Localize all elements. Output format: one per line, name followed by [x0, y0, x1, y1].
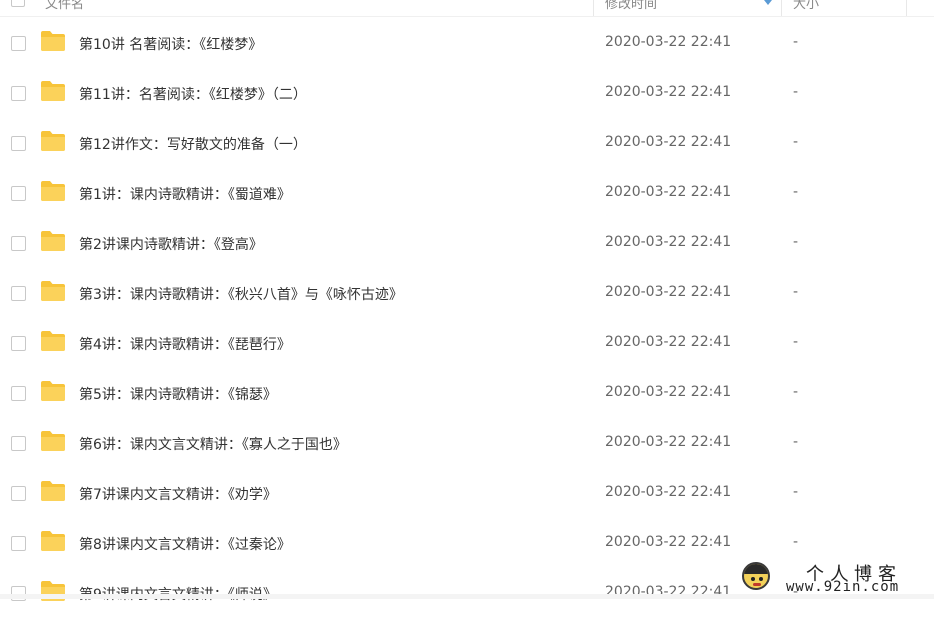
file-row[interactable]: 第11讲：名著阅读：《红楼梦》（二） 2020-03-22 22:41 -: [0, 68, 934, 118]
file-modified-time: 2020-03-22 22:41: [605, 534, 732, 550]
file-name[interactable]: 第6讲：课内文言文精讲：《寡人之于国也》: [79, 434, 347, 454]
file-size: -: [793, 134, 799, 150]
row-checkbox[interactable]: [11, 136, 26, 151]
folder-icon: [41, 531, 65, 551]
row-checkbox[interactable]: [11, 336, 26, 351]
row-checkbox[interactable]: [11, 36, 26, 51]
column-header-name[interactable]: 文件名: [45, 0, 84, 12]
folder-icon: [41, 181, 65, 201]
file-row[interactable]: 第4讲：课内诗歌精讲：《琵琶行》 2020-03-22 22:41 -: [0, 318, 934, 368]
file-name[interactable]: 第4讲：课内诗歌精讲：《琵琶行》: [79, 334, 291, 354]
folder-icon: [41, 231, 65, 251]
folder-icon: [41, 431, 65, 451]
folder-icon: [41, 481, 65, 501]
file-modified-time: 2020-03-22 22:41: [605, 334, 732, 350]
file-size: -: [793, 84, 799, 100]
column-divider[interactable]: [781, 0, 782, 16]
file-row[interactable]: 第6讲：课内文言文精讲：《寡人之于国也》 2020-03-22 22:41 -: [0, 418, 934, 468]
file-size: -: [793, 34, 799, 50]
file-name[interactable]: 第10讲 名著阅读：《红楼梦》: [79, 34, 262, 54]
file-row[interactable]: 第1讲：课内诗歌精讲：《蜀道难》 2020-03-22 22:41 -: [0, 168, 934, 218]
file-row[interactable]: 第3讲：课内诗歌精讲：《秋兴八首》与《咏怀古迹》 2020-03-22 22:41…: [0, 268, 934, 318]
row-checkbox[interactable]: [11, 236, 26, 251]
file-size: -: [793, 384, 799, 400]
file-modified-time: 2020-03-22 22:41: [605, 184, 732, 200]
watermark: 个人博客 www.92in.com: [742, 560, 934, 596]
sort-desc-icon[interactable]: [764, 0, 772, 5]
watermark-url: www.92in.com: [786, 579, 900, 595]
file-list-header: 文件名 修改时间 大小: [0, 0, 934, 17]
folder-icon: [41, 31, 65, 51]
file-modified-time: 2020-03-22 22:41: [605, 34, 732, 50]
column-header-modified[interactable]: 修改时间: [605, 0, 657, 12]
column-divider[interactable]: [593, 0, 594, 16]
row-checkbox[interactable]: [11, 486, 26, 501]
column-divider[interactable]: [906, 0, 907, 16]
file-name[interactable]: 第12讲作文：写好散文的准备（一）: [79, 134, 307, 154]
file-modified-time: 2020-03-22 22:41: [605, 434, 732, 450]
row-checkbox[interactable]: [11, 186, 26, 201]
file-name[interactable]: 第2讲课内诗歌精讲：《登高》: [79, 234, 263, 254]
file-size: -: [793, 234, 799, 250]
file-name[interactable]: 第5讲：课内诗歌精讲：《锦瑟》: [79, 384, 277, 404]
file-modified-time: 2020-03-22 22:41: [605, 284, 732, 300]
file-size: -: [793, 284, 799, 300]
file-row[interactable]: 第10讲 名著阅读：《红楼梦》 2020-03-22 22:41 -: [0, 18, 934, 68]
file-row[interactable]: 第7讲课内文言文精讲：《劝学》 2020-03-22 22:41 -: [0, 468, 934, 518]
file-modified-time: 2020-03-22 22:41: [605, 84, 732, 100]
file-modified-time: 2020-03-22 22:41: [605, 234, 732, 250]
file-size: -: [793, 434, 799, 450]
file-modified-time: 2020-03-22 22:41: [605, 484, 732, 500]
file-name[interactable]: 第1讲：课内诗歌精讲：《蜀道难》: [79, 184, 291, 204]
file-size: -: [793, 484, 799, 500]
folder-icon: [41, 331, 65, 351]
file-name[interactable]: 第3讲：课内诗歌精讲：《秋兴八首》与《咏怀古迹》: [79, 284, 403, 304]
file-size: -: [793, 534, 799, 550]
file-name[interactable]: 第11讲：名著阅读：《红楼梦》（二）: [79, 84, 307, 104]
select-all-checkbox[interactable]: [11, 0, 25, 7]
folder-icon: [41, 81, 65, 101]
avatar-logo: [742, 562, 770, 590]
row-checkbox[interactable]: [11, 436, 26, 451]
file-size: -: [793, 184, 799, 200]
file-name[interactable]: 第7讲课内文言文精讲：《劝学》: [79, 484, 277, 504]
folder-icon: [41, 281, 65, 301]
file-modified-time: 2020-03-22 22:41: [605, 134, 732, 150]
folder-icon: [41, 381, 65, 401]
row-checkbox[interactable]: [11, 286, 26, 301]
file-size: -: [793, 334, 799, 350]
row-checkbox[interactable]: [11, 536, 26, 551]
file-list: 第10讲 名著阅读：《红楼梦》 2020-03-22 22:41- 第11讲：名著阅…: [0, 18, 934, 618]
file-modified-time: 2020-03-22 22:41: [605, 384, 732, 400]
row-checkbox[interactable]: [11, 386, 26, 401]
file-row[interactable]: 第2讲课内诗歌精讲：《登高》 2020-03-22 22:41 -: [0, 218, 934, 268]
file-name[interactable]: 第8讲课内文言文精讲：《过秦论》: [79, 534, 291, 554]
row-checkbox[interactable]: [11, 86, 26, 101]
folder-icon: [41, 131, 65, 151]
column-header-size[interactable]: 大小: [793, 0, 819, 12]
file-row[interactable]: 第5讲：课内诗歌精讲：《锦瑟》 2020-03-22 22:41 -: [0, 368, 934, 418]
file-row[interactable]: 第12讲作文：写好散文的准备（一） 2020-03-22 22:41 -: [0, 118, 934, 168]
